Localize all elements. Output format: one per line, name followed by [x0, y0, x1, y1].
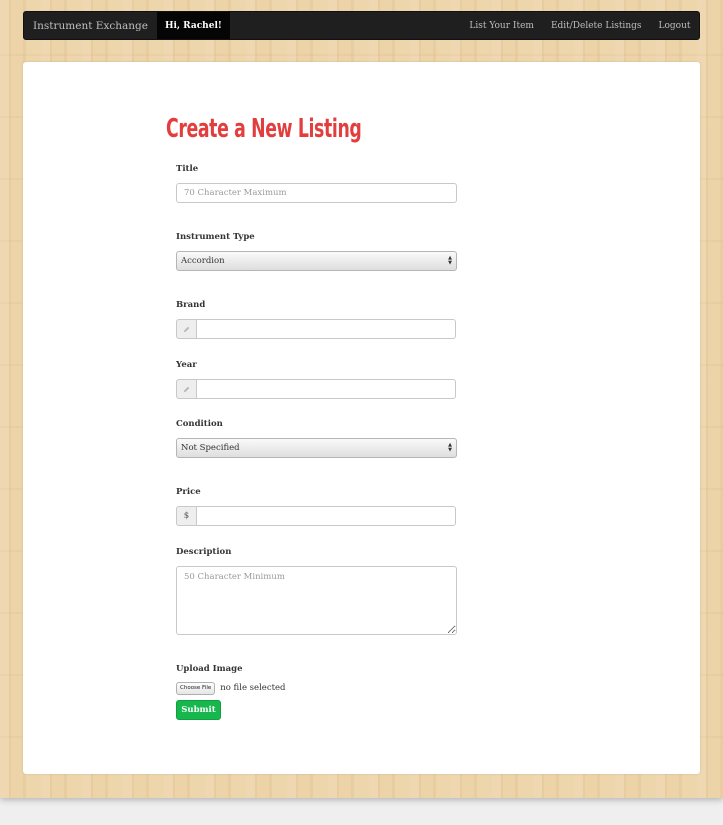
file-status-text: no file selected	[220, 683, 286, 693]
user-greeting: Hi, Rachel!	[156, 12, 230, 39]
instrument-type-select[interactable]: Accordion ▲ ▼	[176, 251, 457, 271]
form-panel	[23, 62, 700, 774]
pencil-icon	[176, 379, 196, 399]
page-title: Create a New Listing	[166, 114, 362, 144]
instrument-type-value: Accordion	[181, 256, 225, 266]
submit-button[interactable]: Submit	[176, 700, 221, 720]
year-label: Year	[176, 360, 197, 370]
nav-list-your-item[interactable]: List Your Item	[461, 12, 543, 39]
brand-input[interactable]	[196, 319, 456, 339]
condition-label: Condition	[176, 419, 223, 429]
nav-links: List Your Item Edit/Delete Listings Logo…	[461, 12, 699, 39]
brand-input-group	[176, 319, 456, 339]
price-input-group: $	[176, 506, 456, 526]
year-input-group	[176, 379, 456, 399]
nav-logout[interactable]: Logout	[650, 12, 699, 39]
upload-image-label: Upload Image	[176, 664, 243, 674]
title-input[interactable]	[176, 183, 457, 203]
instrument-type-label: Instrument Type	[176, 232, 255, 242]
select-arrows-icon: ▲ ▼	[448, 255, 452, 266]
brand-label: Brand	[176, 300, 206, 310]
brand-link[interactable]: Instrument Exchange	[24, 12, 157, 39]
pencil-icon	[176, 319, 196, 339]
description-textarea[interactable]	[176, 566, 457, 635]
description-label: Description	[176, 547, 232, 557]
title-label: Title	[176, 164, 199, 174]
file-upload-row: Choose File no file selected	[176, 681, 285, 695]
condition-value: Not Specified	[181, 443, 240, 453]
condition-select[interactable]: Not Specified ▲ ▼	[176, 438, 457, 458]
select-arrows-icon: ▲ ▼	[448, 442, 452, 453]
price-label: Price	[176, 487, 201, 497]
year-input[interactable]	[196, 379, 456, 399]
top-navbar: Instrument Exchange Hi, Rachel! List You…	[23, 11, 700, 40]
dollar-addon: $	[176, 506, 196, 526]
price-input[interactable]	[196, 506, 456, 526]
nav-edit-delete-listings[interactable]: Edit/Delete Listings	[542, 12, 650, 39]
choose-file-button[interactable]: Choose File	[176, 681, 216, 695]
